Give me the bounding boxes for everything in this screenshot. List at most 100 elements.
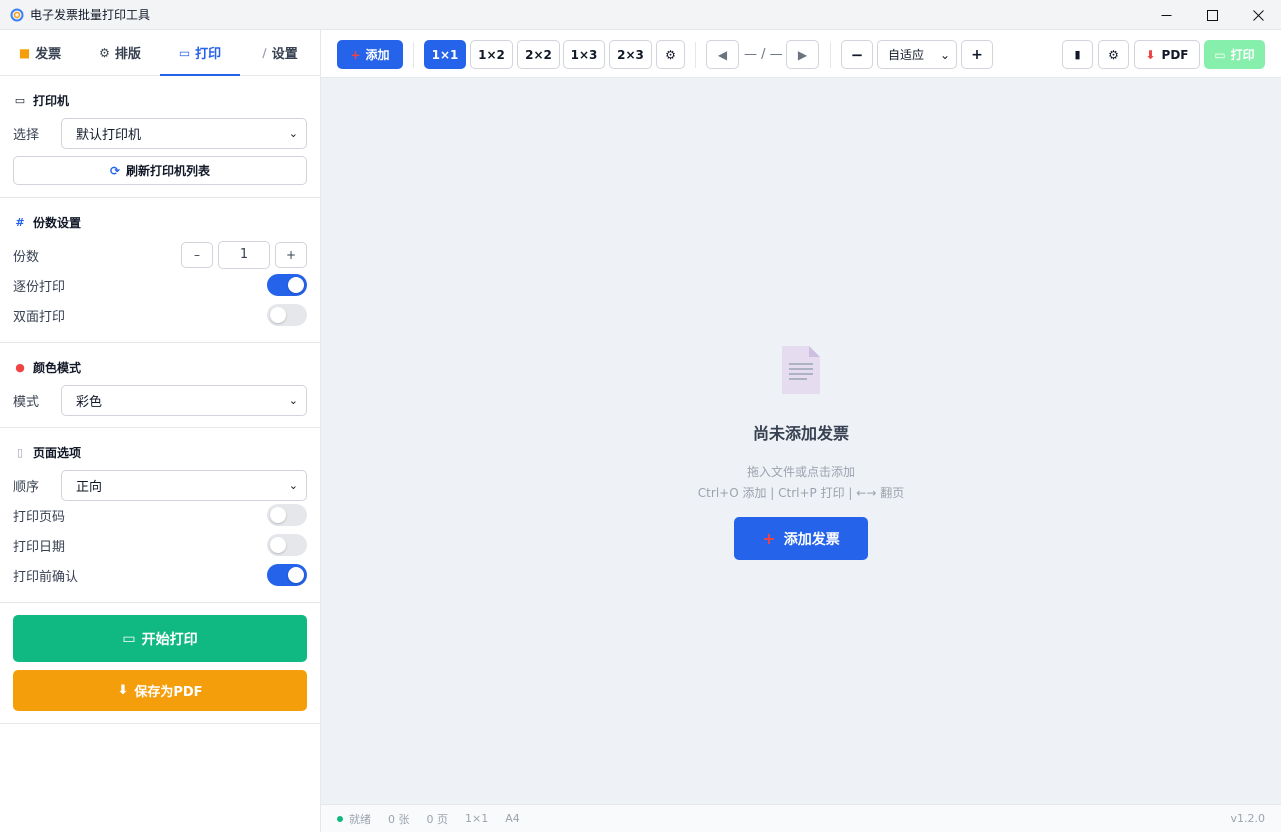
plus-icon: + [350, 47, 361, 62]
export-pdf-button[interactable]: ⬇ PDF [1134, 40, 1200, 69]
refresh-printers-button[interactable]: ⟳ 刷新打印机列表 [13, 156, 307, 185]
confirm-label: 打印前确认 [13, 569, 79, 585]
layout-1x2-button[interactable]: 1×2 [470, 40, 513, 69]
tab-label: 打印 [195, 47, 222, 62]
page-icon: ▯ [16, 446, 24, 459]
next-page-button[interactable]: ▶ [786, 40, 819, 69]
section-title-text: 份数设置 [33, 216, 82, 230]
empty-title: 尚未添加发票 [752, 424, 849, 443]
print-button[interactable]: ▭ 打印 [1204, 40, 1265, 69]
layout-2x3-button[interactable]: 2×3 [609, 40, 652, 69]
duplex-row: 双面打印 [13, 300, 307, 330]
printer-select[interactable]: 默认打印机 ⌄ [61, 117, 307, 149]
maximize-icon [1206, 9, 1218, 21]
printer-icon: ▭ [1214, 47, 1226, 62]
drag-hint: 拖入文件或点击添加 [746, 465, 855, 479]
title-bar: 电子发票批量打印工具 [0, 0, 1281, 30]
trash-icon: ▮ [1074, 48, 1081, 61]
toolbar-divider [695, 42, 696, 68]
add-button[interactable]: + 添加 [337, 40, 403, 69]
settings-button[interactable]: ⚙ [1098, 40, 1129, 69]
plus-icon: + [971, 46, 983, 63]
collate-toggle[interactable] [267, 274, 307, 296]
print-date-label: 打印日期 [13, 539, 66, 555]
copies-decrement-button[interactable]: – [181, 241, 213, 268]
save-pdf-button[interactable]: ⬇ 保存为PDF [13, 670, 307, 711]
status-bar: 就绪 0 张 0 页 1×1 A4 v1.2.0 [321, 804, 1281, 832]
close-button[interactable] [1235, 0, 1281, 30]
zoom-value: 自适应 [888, 48, 925, 62]
section-title: ▭ 打印机 [13, 92, 307, 109]
printer-icon: ▭ [178, 45, 191, 60]
collate-row: 逐份打印 [13, 270, 307, 300]
page-number-label: 打印页码 [13, 509, 66, 525]
minimize-button[interactable] [1143, 0, 1189, 30]
start-print-button[interactable]: ▭ 开始打印 [13, 615, 307, 662]
copies-input[interactable]: 1 [218, 240, 270, 269]
print-date-toggle[interactable] [267, 534, 307, 556]
sidebar-actions: ▭ 开始打印 ⬇ 保存为PDF [0, 603, 320, 724]
duplex-label: 双面打印 [13, 309, 66, 325]
tab-settings[interactable]: ∕ 设置 [240, 30, 320, 75]
chevron-down-icon: ⌄ [288, 478, 298, 492]
layout-2x2-button[interactable]: 2×2 [517, 40, 560, 69]
section-title-text: 页面选项 [33, 446, 82, 460]
add-invoice-label: 添加发票 [783, 531, 840, 548]
prev-page-button[interactable]: ◀ [706, 40, 739, 69]
printer-select-label: 选择 [13, 127, 40, 143]
refresh-icon: ⟳ [109, 163, 121, 178]
copies-increment-button[interactable]: + [275, 241, 307, 268]
print-date-row: 打印日期 [13, 530, 307, 560]
confirm-row: 打印前确认 [13, 560, 307, 590]
printer-select-value: 默认打印机 [76, 127, 142, 143]
zoom-out-button[interactable]: − [841, 40, 873, 69]
layout-1x1-button[interactable]: 1×1 [424, 40, 466, 69]
window-controls [1143, 0, 1281, 30]
status-state: 就绪 [349, 812, 371, 826]
section-title-text: 颜色模式 [33, 361, 82, 375]
color-mode-label: 模式 [13, 394, 40, 410]
shortcut-hint: Ctrl+O 添加 | Ctrl+P 打印 | ←→ 翻页 [697, 486, 905, 500]
color-mode-row: 模式 彩色 ⌄ [13, 384, 307, 416]
status-page-count: 0 页 [426, 812, 449, 826]
order-row: 顺序 正向 ⌄ [13, 469, 307, 501]
zoom-in-button[interactable]: + [961, 40, 993, 69]
copies-row: 份数 – 1 + [13, 240, 307, 270]
preview-area[interactable]: 尚未添加发票 拖入文件或点击添加 Ctrl+O 添加 | Ctrl+P 打印 |… [321, 78, 1281, 804]
tab-label: 设置 [271, 47, 298, 62]
maximize-button[interactable] [1189, 0, 1235, 30]
color-mode-select[interactable]: 彩色 ⌄ [61, 384, 307, 416]
start-print-label: 开始打印 [141, 631, 198, 648]
printer-icon: ▭ [122, 630, 136, 647]
layout-1x3-button[interactable]: 1×3 [563, 40, 605, 69]
tab-print[interactable]: ▭ 打印 [160, 30, 240, 76]
layout-settings-button[interactable]: ⚙ [656, 40, 685, 69]
print-label: 打印 [1230, 48, 1255, 62]
copies-stepper: – 1 + [181, 240, 307, 269]
clear-button[interactable]: ▮ [1062, 40, 1093, 69]
palette-icon: ● [15, 361, 25, 374]
minus-icon: − [850, 45, 864, 64]
arrow-left-icon: ◀ [717, 47, 728, 62]
order-select[interactable]: 正向 ⌄ [61, 469, 307, 501]
printer-section: ▭ 打印机 选择 默认打印机 ⌄ ⟳ 刷新打印机列表 [0, 76, 320, 198]
folder-icon: ■ [18, 45, 31, 60]
printer-icon: ▭ [14, 94, 26, 107]
section-title: # 份数设置 [13, 214, 307, 231]
page-number-row: 打印页码 [13, 500, 307, 530]
tab-layout[interactable]: ⚙ 排版 [80, 30, 160, 75]
printer-row: 选择 默认打印机 ⌄ [13, 117, 307, 149]
confirm-toggle[interactable] [267, 564, 307, 586]
duplex-toggle[interactable] [267, 304, 307, 326]
download-icon: ⬇ [1145, 47, 1156, 62]
tab-invoices[interactable]: ■ 发票 [0, 30, 80, 75]
zoom-select[interactable]: 自适应 ⌄ [877, 40, 957, 69]
numbers-icon: # [15, 216, 25, 229]
add-invoice-button[interactable]: + 添加发票 [734, 517, 868, 560]
empty-state: 尚未添加发票 拖入文件或点击添加 Ctrl+O 添加 | Ctrl+P 打印 |… [321, 344, 1281, 560]
download-icon: ⬇ [117, 683, 129, 698]
close-icon [1252, 9, 1264, 21]
status-version: v1.2.0 [1230, 812, 1266, 825]
copies-section: # 份数设置 份数 – 1 + 逐份打印 双面打印 [0, 198, 320, 343]
page-number-toggle[interactable] [267, 504, 307, 526]
